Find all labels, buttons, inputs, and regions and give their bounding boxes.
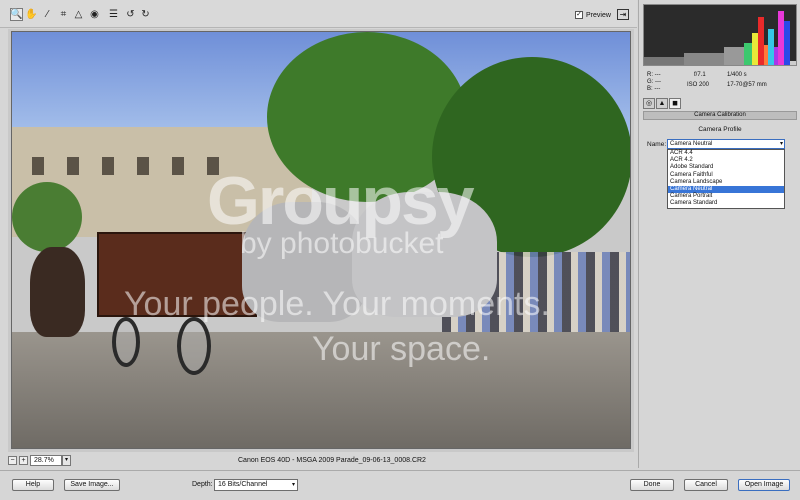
help-button[interactable]: Help (12, 479, 54, 491)
profile-option[interactable]: Camera Standard (668, 200, 784, 207)
b-value: --- (654, 86, 661, 92)
profile-name-label: Name: (647, 141, 667, 148)
chevron-down-icon[interactable]: ▾ (292, 480, 295, 490)
watermark-byline: by photobucket (240, 227, 444, 260)
preview-label: Preview (586, 11, 611, 19)
b-label: B: (647, 86, 653, 92)
depth-label: Depth: (192, 481, 213, 488)
profile-option[interactable]: Adobe Standard (668, 164, 784, 171)
section-title: Camera Calibration (643, 111, 797, 120)
tab-camera-calibration-icon[interactable]: ◼ (669, 98, 681, 109)
image-preview-area: Groupsy by photobucket Your people. Your… (8, 29, 634, 452)
redeye-tool-icon[interactable]: ◉ (88, 8, 101, 21)
zoom-in-button[interactable]: + (19, 456, 28, 465)
zoom-out-button[interactable]: − (8, 456, 17, 465)
profile-option[interactable]: Camera Landscape (668, 179, 784, 186)
chevron-down-icon[interactable]: ▾ (780, 140, 783, 148)
shutter-value: 1/400 s (727, 72, 747, 78)
preferences-icon[interactable]: ☰ (107, 8, 120, 21)
g-value: --- (655, 79, 662, 85)
rotate-left-icon[interactable]: ↺ (124, 8, 137, 21)
photo-wheel (112, 317, 140, 367)
preview-image[interactable]: Groupsy by photobucket Your people. Your… (11, 31, 631, 449)
photo-horse-rider (30, 247, 85, 337)
cancel-button[interactable]: Cancel (684, 479, 728, 491)
straighten-tool-icon[interactable]: △ (72, 8, 85, 21)
tab-basic-icon[interactable]: ◎ (643, 98, 655, 109)
zoom-status-bar: − + 28.7% ▾ Canon EOS 40D - MSGA 2009 Pa… (8, 455, 634, 467)
bottom-bar: Help Save Image... Depth: 16 Bits/Channe… (0, 470, 800, 500)
tab-tone-curve-icon[interactable]: ▲ (656, 98, 668, 109)
camera-profile-heading: Camera Profile (698, 126, 742, 133)
profile-option[interactable]: Camera Portrait (668, 193, 784, 200)
photo-tree-left (12, 182, 82, 252)
toolbar: 🔍 ✋ ⁄ ⌗ △ ◉ ☰ ↺ ↻ ✓ Preview ⇥ (0, 0, 637, 28)
fullscreen-icon[interactable]: ⇥ (617, 9, 629, 20)
profile-option[interactable]: ACR 4.4 (668, 150, 784, 157)
info-readout: R: --- G: --- B: --- f/7.1 1/400 s ISO 2… (647, 72, 797, 94)
profile-name-value: Camera Neutral (670, 141, 713, 147)
lens-value: 17-70@57 mm (727, 82, 767, 88)
rotate-right-icon[interactable]: ↻ (139, 8, 152, 21)
zoom-level-field[interactable]: 28.7% (30, 455, 62, 466)
depth-select[interactable]: 16 Bits/Channel ▾ (214, 479, 298, 491)
r-label: R: (647, 72, 653, 78)
histogram (643, 4, 797, 66)
panel-tabs: ◎ ▲ ◼ (643, 98, 797, 110)
open-image-button[interactable]: Open Image (738, 479, 790, 491)
profile-name-select[interactable]: Camera Neutral ▾ (667, 139, 785, 149)
preview-toggle[interactable]: ✓ Preview (575, 11, 611, 19)
watermark-tagline: Your people. Your moments. (124, 285, 550, 323)
zoom-tool-icon[interactable]: 🔍 (10, 8, 23, 21)
depth-value: 16 Bits/Channel (218, 481, 268, 488)
iso-value: ISO 200 (687, 82, 710, 88)
profile-option[interactable]: ACR 4.2 (668, 157, 784, 164)
done-button[interactable]: Done (630, 479, 674, 491)
profile-option-selected[interactable]: Camera Neutral (668, 185, 784, 194)
save-image-button[interactable]: Save Image... (64, 479, 120, 491)
crop-tool-icon[interactable]: ⌗ (57, 8, 70, 21)
eyedropper-tool-icon[interactable]: ⁄ (41, 8, 54, 21)
profile-dropdown-list: ACR 4.4 ACR 4.2 Adobe Standard Camera Fa… (667, 149, 785, 209)
preview-checkbox[interactable]: ✓ (575, 11, 583, 19)
aperture-value: f/7.1 (694, 72, 706, 78)
adjustment-panel: R: --- G: --- B: --- f/7.1 1/400 s ISO 2… (638, 0, 800, 468)
g-label: G: (647, 79, 654, 85)
hand-tool-icon[interactable]: ✋ (25, 8, 38, 21)
photo-wheel (177, 317, 211, 375)
file-caption: Canon EOS 40D - MSGA 2009 Parade_09-06-1… (238, 457, 426, 464)
zoom-dropdown-icon[interactable]: ▾ (62, 455, 71, 466)
watermark-tagline-2: Your space. (312, 330, 491, 368)
r-value: --- (654, 72, 661, 78)
profile-option[interactable]: Camera Faithful (668, 172, 784, 179)
